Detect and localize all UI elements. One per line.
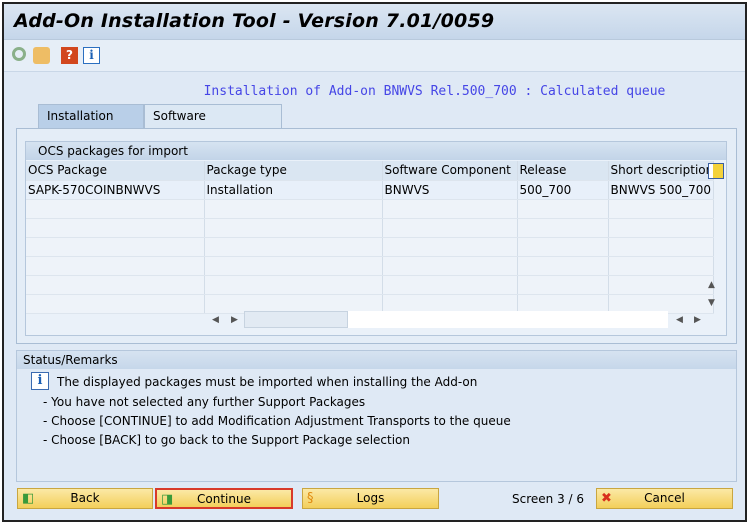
tab-panel: OCS packages for import OCS Package Pack…: [16, 128, 737, 344]
scroll-left-icon[interactable]: ◀: [212, 315, 219, 325]
info-icon[interactable]: i: [83, 47, 100, 64]
logs-label: Logs: [356, 491, 385, 505]
packages-group: OCS packages for import OCS Package Pack…: [25, 141, 727, 336]
scroll-left-icon[interactable]: ◀: [676, 315, 683, 325]
continue-label: Continue: [197, 492, 251, 506]
logs-button[interactable]: § Logs: [302, 488, 439, 509]
packages-title: OCS packages for import: [26, 142, 726, 160]
installation-window: Add-On Installation Tool - Version 7.01/…: [2, 2, 747, 522]
help-icon[interactable]: ?: [61, 47, 78, 64]
status-group: Status/Remarks i The displayed packages …: [16, 350, 737, 482]
tab-software-components[interactable]: Software Components: [144, 104, 282, 145]
status-line: - You have not selected any further Supp…: [43, 395, 366, 409]
toolbar: ? i: [4, 40, 745, 72]
empty-row: [26, 256, 715, 276]
info-icon: i: [31, 372, 49, 390]
cell: BNWVS 500_700: [608, 180, 715, 200]
continue-icon: ◨: [161, 492, 174, 507]
logs-icon: §: [307, 491, 314, 506]
cancel-icon: ✖: [601, 491, 612, 506]
find-icon[interactable]: [12, 47, 26, 61]
back-button[interactable]: ◧ Back: [17, 488, 153, 509]
scroll-down-icon[interactable]: ▼: [708, 298, 715, 308]
subtitle: Installation of Add-on BNWVS Rel.500_700…: [203, 84, 666, 99]
status-line: The displayed packages must be imported …: [57, 375, 478, 389]
horizontal-scrollbar-thumb[interactable]: [244, 311, 348, 328]
tab-installation-queue[interactable]: Installation qu...: [38, 104, 144, 145]
cell: SAPK-570COINBNWVS: [26, 180, 205, 200]
status-line: - Choose [CONTINUE] to add Modification …: [43, 414, 511, 428]
empty-row: [26, 237, 715, 257]
cell: 500_700: [517, 180, 609, 200]
title-bar: Add-On Installation Tool - Version 7.01/…: [4, 4, 745, 40]
horizontal-scrollbar-track[interactable]: [348, 311, 668, 328]
back-icon: ◧: [22, 491, 35, 506]
scroll-right-icon[interactable]: ▶: [694, 315, 701, 325]
continue-button[interactable]: ◨ Continue: [155, 488, 293, 509]
empty-row: [26, 275, 715, 295]
cancel-label: Cancel: [644, 491, 685, 505]
table-row[interactable]: SAPK-570COINBNWVS Installation BNWVS 500…: [26, 180, 715, 200]
empty-row: [26, 218, 715, 238]
packages-table: OCS Package Package type Software Compon…: [26, 161, 715, 314]
cancel-button[interactable]: ✖ Cancel: [596, 488, 733, 509]
status-line: - Choose [BACK] to go back to the Suppor…: [43, 433, 410, 447]
logs-icon[interactable]: [33, 47, 50, 64]
column-header[interactable]: Short description: [608, 161, 715, 181]
column-header[interactable]: Software Component: [382, 161, 518, 181]
cell: Installation: [204, 180, 383, 200]
cell: BNWVS: [382, 180, 518, 200]
column-header[interactable]: Release: [517, 161, 609, 181]
back-label: Back: [70, 491, 100, 505]
window-title: Add-On Installation Tool - Version 7.01/…: [14, 10, 495, 32]
status-title: Status/Remarks: [17, 351, 736, 369]
column-header[interactable]: OCS Package: [26, 161, 205, 181]
column-settings-icon[interactable]: [708, 163, 724, 179]
scroll-right-icon[interactable]: ▶: [231, 315, 238, 325]
column-header[interactable]: Package type: [204, 161, 383, 181]
screen-indicator: Screen 3 / 6: [512, 492, 585, 506]
scroll-up-icon[interactable]: ▲: [708, 280, 715, 290]
empty-row: [26, 199, 715, 219]
